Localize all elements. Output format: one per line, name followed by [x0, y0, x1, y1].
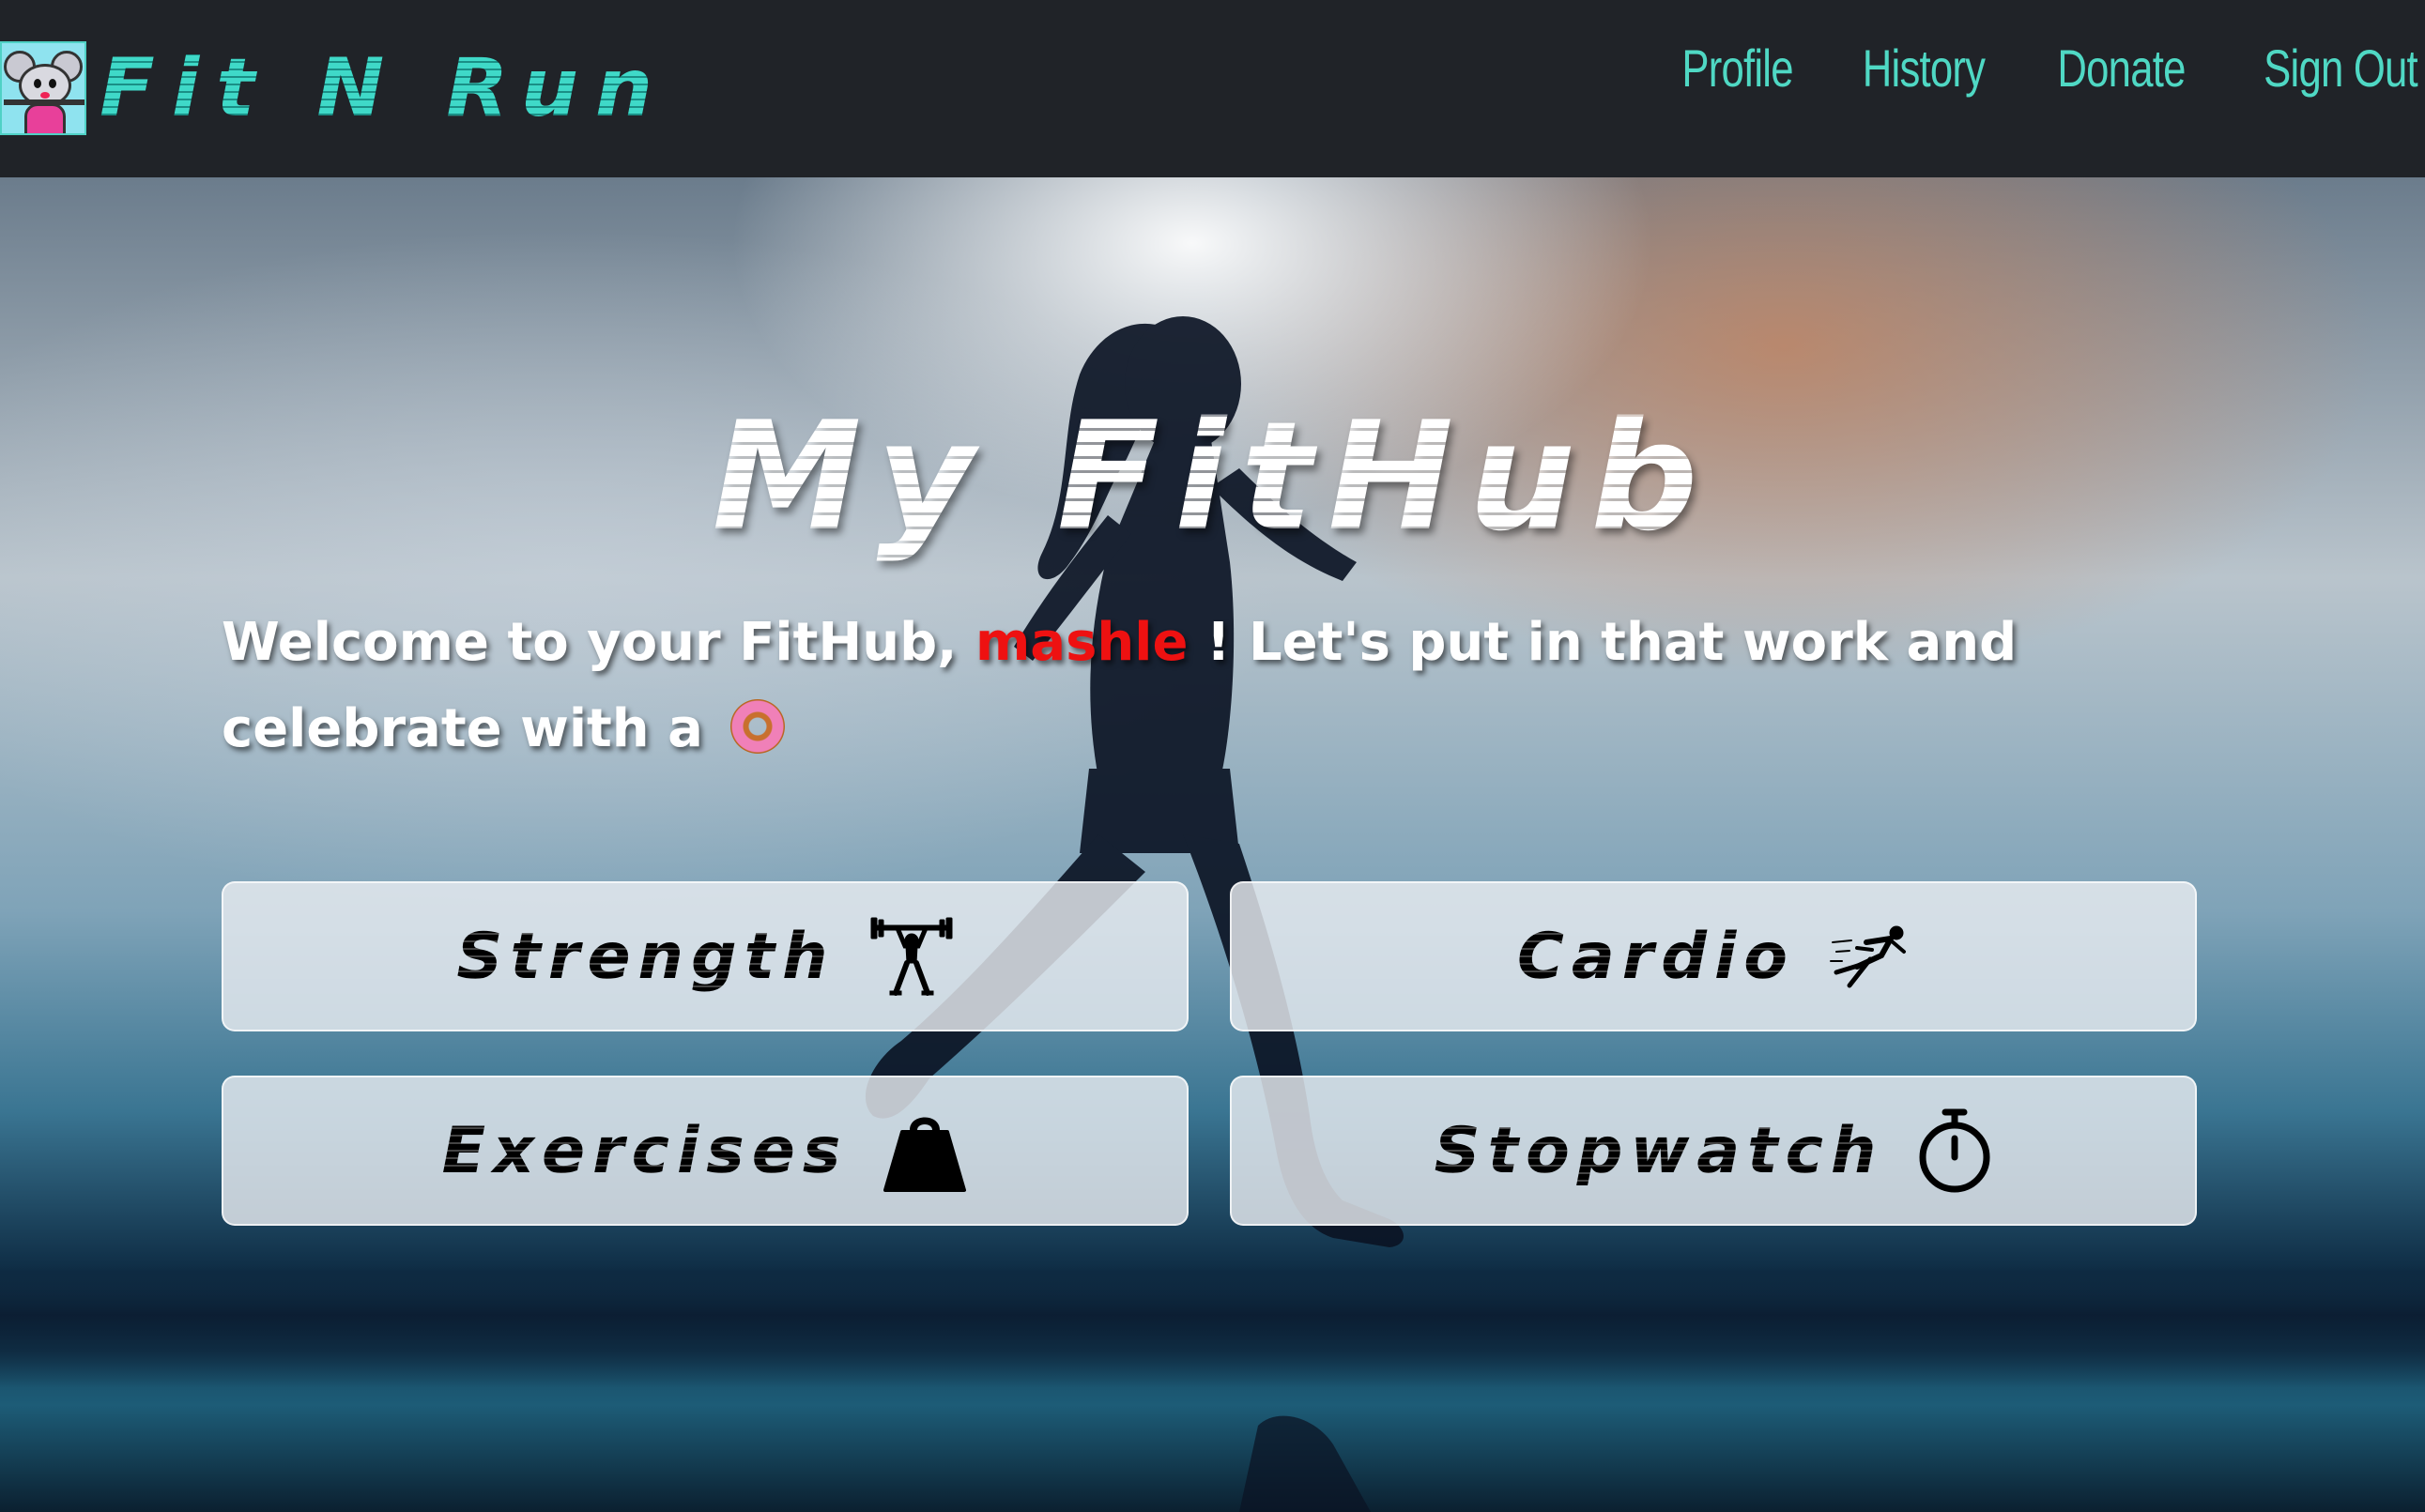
strength-label: Strength	[456, 919, 836, 994]
page-title: My FitHub	[0, 389, 2425, 564]
stopwatch-label: Stopwatch	[1434, 1113, 1884, 1188]
exercises-label: Exercises	[441, 1113, 849, 1188]
brand-name: Fit N Run	[100, 41, 670, 135]
stopwatch-icon	[1919, 1108, 1990, 1193]
runner-icon	[1830, 925, 1907, 988]
welcome-message: Welcome to your FitHub, mashle ! Let's p…	[222, 600, 2174, 772]
cardio-button[interactable]: Cardio	[1230, 881, 2197, 1031]
navbar: Fit N Run Profile History Donate Sign Ou…	[0, 0, 2425, 177]
strength-button[interactable]: Strength	[222, 881, 1189, 1031]
donut-icon	[730, 699, 786, 754]
welcome-prefix: Welcome to your FitHub,	[222, 612, 975, 673]
kettlebell-weight-icon	[883, 1117, 967, 1192]
weightlifter-icon	[870, 917, 953, 996]
exercises-button[interactable]: Exercises	[222, 1076, 1189, 1226]
nav-link-history[interactable]: History	[1863, 38, 1986, 99]
nav-link-sign-out[interactable]: Sign Out	[2264, 38, 2418, 99]
stopwatch-button[interactable]: Stopwatch	[1230, 1076, 2197, 1226]
cardio-label: Cardio	[1516, 919, 1796, 994]
nav-link-donate[interactable]: Donate	[2057, 38, 2186, 99]
username: mashle	[975, 612, 1189, 673]
brand[interactable]: Fit N Run	[0, 23, 669, 154]
mouse-logo-icon	[0, 41, 86, 135]
nav-link-profile[interactable]: Profile	[1681, 38, 1793, 99]
hero-section: My FitHub Welcome to your FitHub, mashle…	[0, 177, 2425, 1512]
nav-links: Profile History Donate Sign Out	[1650, 38, 2418, 99]
